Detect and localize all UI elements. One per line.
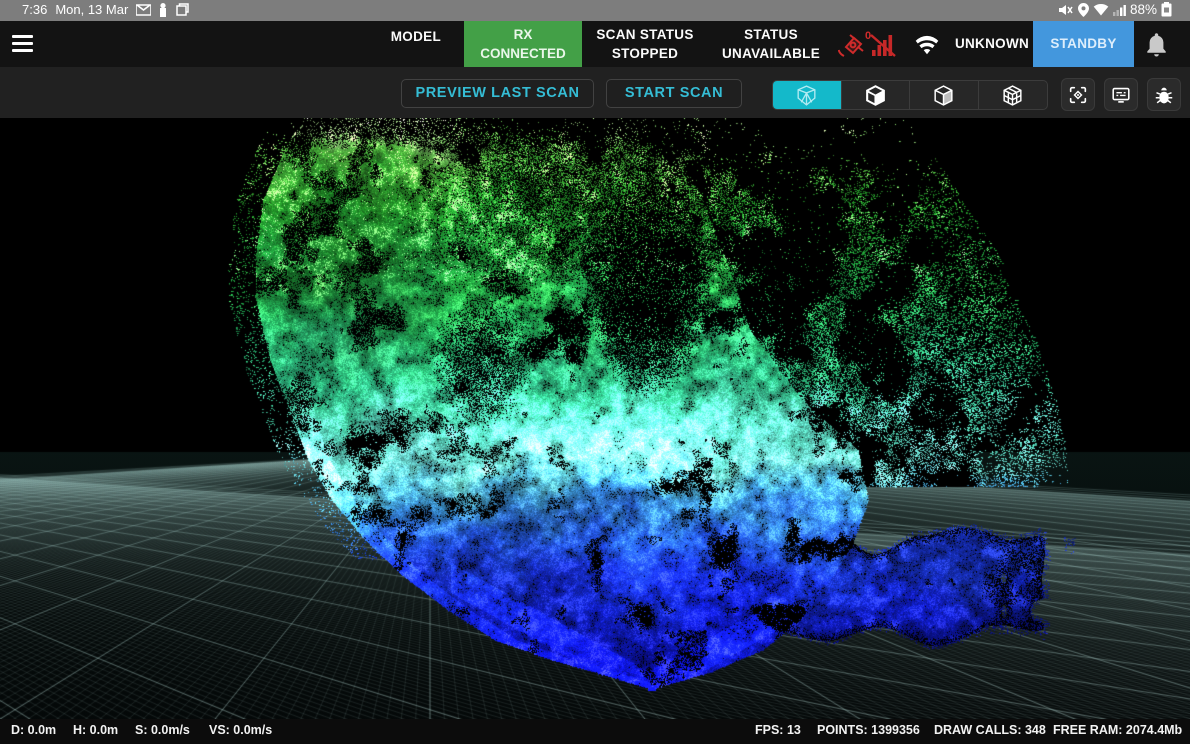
svg-text:0: 0 <box>865 30 871 42</box>
